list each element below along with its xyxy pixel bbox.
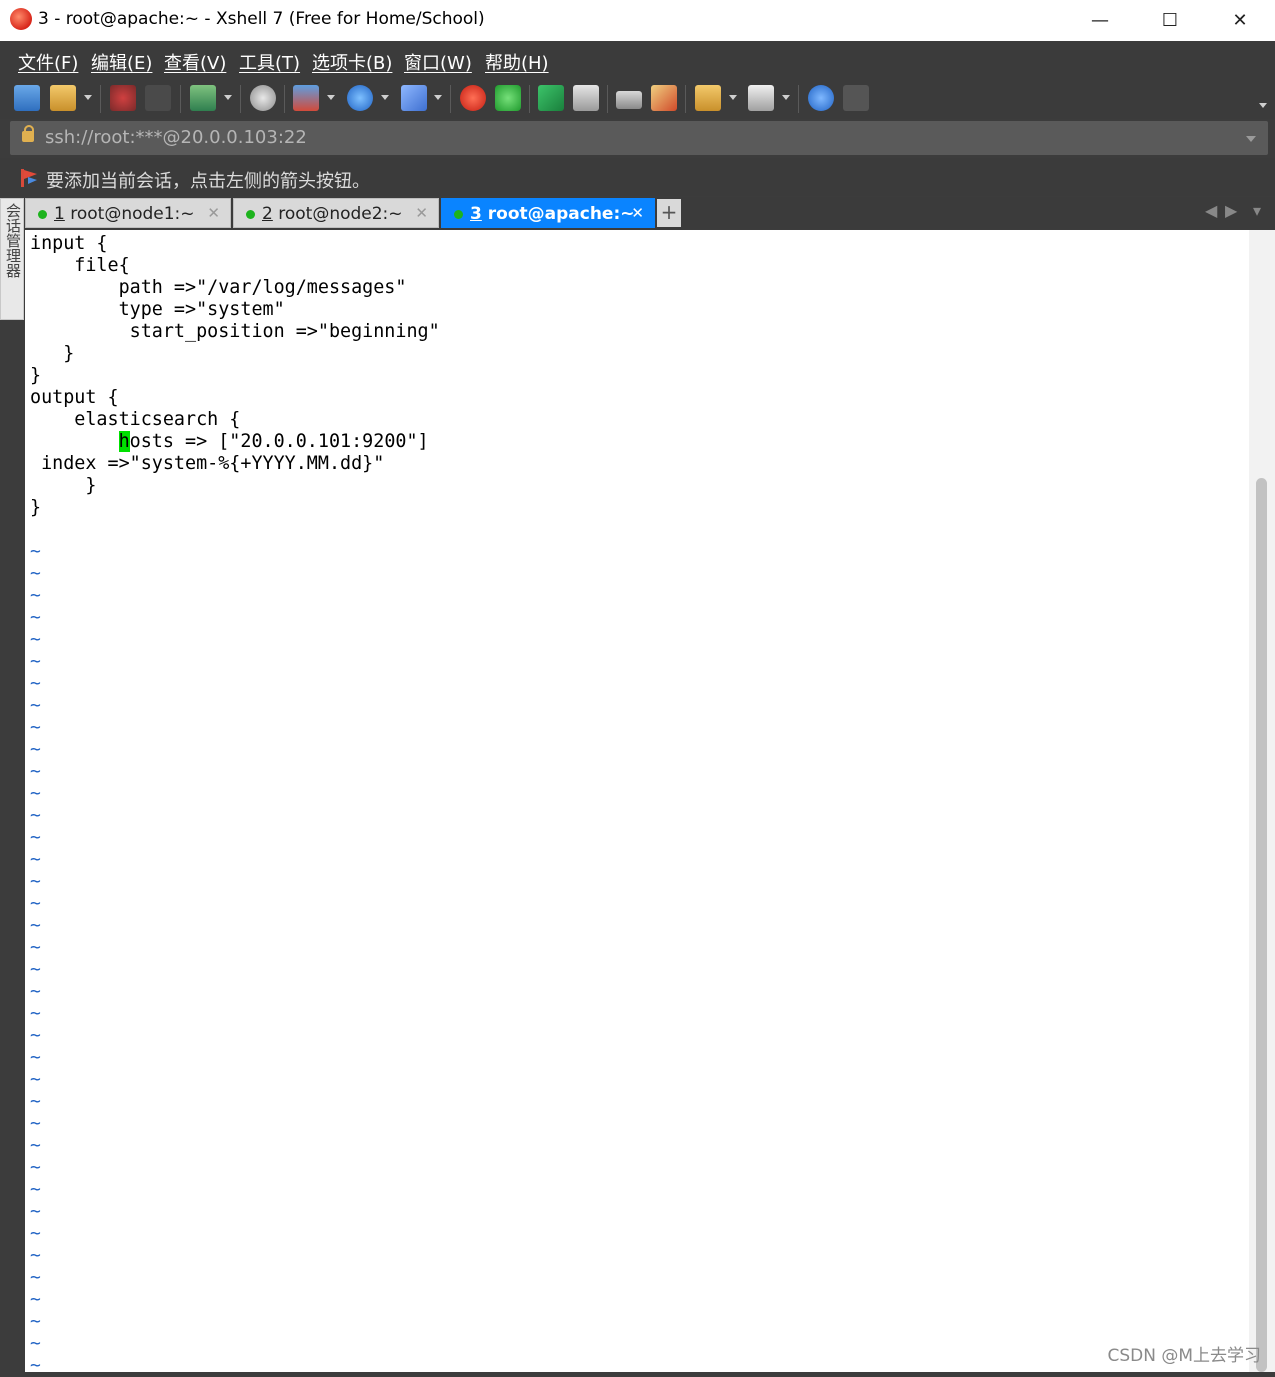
tab-label: 2 root@node2:~ <box>262 204 403 224</box>
fullscreen-icon[interactable] <box>538 85 564 111</box>
session-manager-panel[interactable]: 会话管理器 <box>0 198 24 320</box>
xshell-icon[interactable] <box>460 85 486 111</box>
tab-strip: 1 root@node1:~ ✕ 2 root@node2:~ ✕ 3 root… <box>25 197 1275 229</box>
menu-tools[interactable]: 工具(T) <box>239 49 300 75</box>
tab-apache[interactable]: 3 root@apache:~ ✕ <box>441 198 655 228</box>
toolbar-separator <box>240 85 241 113</box>
session-manager-label: 会话管理器 <box>4 203 22 278</box>
menu-window[interactable]: 窗口(W) <box>404 49 472 75</box>
session-hint-bar: 要添加当前会话，点击左侧的箭头按钮。 <box>0 158 1275 196</box>
open-folder-icon[interactable] <box>50 85 76 111</box>
chevron-down-icon[interactable] <box>84 95 92 100</box>
toolbar-separator <box>450 85 451 113</box>
chevron-down-icon[interactable] <box>224 95 232 100</box>
session-hint-text: 要添加当前会话，点击左侧的箭头按钮。 <box>46 171 370 192</box>
disconnect-icon[interactable] <box>110 85 136 111</box>
chevron-down-icon[interactable] <box>782 95 790 100</box>
highlight-icon[interactable] <box>651 85 677 111</box>
maximize-button[interactable]: ☐ <box>1135 0 1205 41</box>
toolbar-overflow-icon[interactable] <box>1259 103 1267 108</box>
address-bar[interactable]: ssh://root:***@20.0.0.103:22 <box>10 121 1268 155</box>
terminal-scrollbar[interactable] <box>1249 230 1275 1372</box>
find-icon[interactable] <box>250 85 276 111</box>
title-bar: 3 - root@apache:~ - Xshell 7 (Free for H… <box>0 0 1275 41</box>
chevron-down-icon[interactable] <box>327 95 335 100</box>
menu-file[interactable]: 文件(F) <box>18 49 78 75</box>
chat-icon[interactable] <box>843 85 869 111</box>
tab-list-dropdown-icon[interactable]: ▾ <box>1253 201 1261 220</box>
add-session-arrow-icon[interactable] <box>20 168 38 188</box>
minimize-button[interactable]: — <box>1065 0 1135 41</box>
vim-empty-lines: ~ ~ ~ ~ ~ ~ ~ ~ ~ ~ ~ ~ ~ ~ ~ ~ ~ ~ ~ ~ … <box>30 541 41 1376</box>
menu-view[interactable]: 查看(V) <box>164 49 226 75</box>
close-tab-icon[interactable]: ✕ <box>415 204 428 222</box>
tab-node1[interactable]: 1 root@node1:~ ✕ <box>25 198 231 228</box>
lock-icon[interactable] <box>573 85 599 111</box>
toolbar-separator <box>685 85 686 113</box>
toolbar-separator <box>529 85 530 113</box>
tab-scroll-left-icon[interactable]: ◀ <box>1205 201 1217 220</box>
toolbar-separator <box>798 85 799 113</box>
close-button[interactable]: ✕ <box>1205 0 1275 41</box>
close-tab-icon[interactable]: ✕ <box>631 204 644 222</box>
globe-icon[interactable] <box>347 85 373 111</box>
lock-icon <box>22 125 34 142</box>
tab-node2[interactable]: 2 root@node2:~ ✕ <box>233 198 439 228</box>
chevron-down-icon[interactable] <box>381 95 389 100</box>
toolbar-separator <box>180 85 181 113</box>
terminal-cursor: h <box>118 431 130 452</box>
scrollbar-thumb[interactable] <box>1256 478 1267 1372</box>
toolbar-separator <box>100 85 101 113</box>
transfer-icon[interactable] <box>293 85 319 111</box>
xftp-icon[interactable] <box>495 85 521 111</box>
xshell-app-icon <box>10 8 32 30</box>
connected-status-icon <box>454 210 463 219</box>
menu-tabs[interactable]: 选项卡(B) <box>312 49 392 75</box>
close-tab-icon[interactable]: ✕ <box>207 204 220 222</box>
layout-icon[interactable] <box>748 85 774 111</box>
new-tab-icon[interactable] <box>190 85 216 111</box>
menu-help[interactable]: 帮助(H) <box>485 49 549 75</box>
tab-label: 3 root@apache:~ <box>470 204 635 224</box>
reconnect-icon[interactable] <box>145 85 171 111</box>
tab-label: 1 root@node1:~ <box>54 204 195 224</box>
watermark: CSDN @M上去学习 <box>1107 1346 1261 1366</box>
terminal-text-before-cursor: input { file{ path =>"/var/log/messages"… <box>30 233 440 430</box>
new-tab-button[interactable]: + <box>657 199 681 227</box>
address-input[interactable]: ssh://root:***@20.0.0.103:22 <box>45 127 307 148</box>
terminal-area[interactable]: input { file{ path =>"/var/log/messages"… <box>25 230 1249 1376</box>
toolbar-separator <box>607 85 608 113</box>
chevron-down-icon[interactable] <box>434 95 442 100</box>
connected-status-icon <box>38 210 47 219</box>
window-title: 3 - root@apache:~ - Xshell 7 (Free for H… <box>38 9 485 29</box>
new-session-icon[interactable] <box>14 85 40 111</box>
menu-bar: 文件(F) 编辑(E) 查看(V) 工具(T) 选项卡(B) 窗口(W) 帮助(… <box>0 41 1275 79</box>
tab-scroll-right-icon[interactable]: ▶ <box>1225 201 1237 220</box>
keyboard-icon[interactable] <box>616 91 642 109</box>
terminal-text: input { file{ path =>"/var/log/messages"… <box>30 233 440 519</box>
font-icon[interactable] <box>401 85 427 111</box>
chevron-down-icon[interactable] <box>1246 136 1256 142</box>
toolbar-separator <box>284 85 285 113</box>
chevron-down-icon[interactable] <box>729 95 737 100</box>
compose-icon[interactable] <box>695 85 721 111</box>
menu-edit[interactable]: 编辑(E) <box>91 49 152 75</box>
toolbar <box>0 79 1275 119</box>
help-icon[interactable] <box>808 85 834 111</box>
connected-status-icon <box>246 210 255 219</box>
